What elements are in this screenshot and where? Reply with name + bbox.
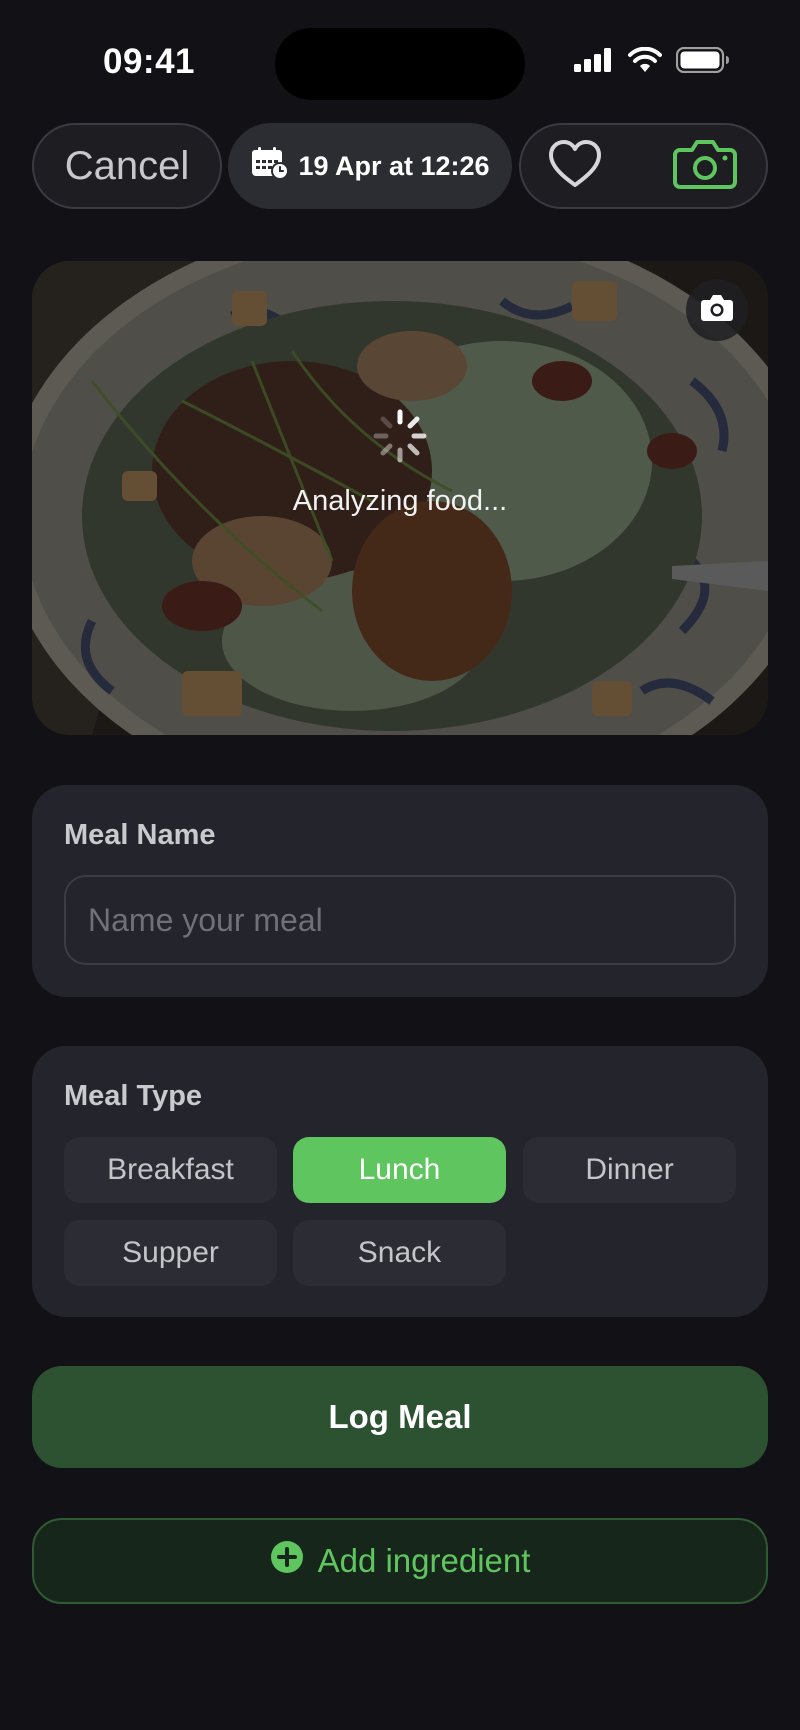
- food-photo[interactable]: Analyzing food...: [32, 261, 768, 735]
- add-ingredient-button[interactable]: Add ingredient: [32, 1518, 768, 1604]
- log-meal-button[interactable]: Log Meal: [32, 1366, 768, 1468]
- status-icons: [574, 46, 730, 78]
- camera-icon[interactable]: [672, 138, 738, 195]
- meal-name-input[interactable]: [64, 875, 736, 965]
- analyzing-text: Analyzing food...: [292, 485, 508, 517]
- meal-name-card: Meal Name: [32, 785, 768, 997]
- wifi-icon: [628, 46, 662, 78]
- status-time: 09:41: [103, 42, 196, 81]
- date-picker-button[interactable]: 19 Apr at 12:26: [228, 123, 512, 209]
- screen: 09:41 Cancel 19 Apr at 12:26 Analyzing f…: [0, 0, 800, 1730]
- meal-type-supper[interactable]: Supper: [64, 1220, 277, 1286]
- date-label: 19 Apr at 12:26: [298, 150, 490, 181]
- plus-circle-icon: [270, 1540, 304, 1582]
- change-photo-button[interactable]: [686, 279, 748, 341]
- meal-type-breakfast[interactable]: Breakfast: [64, 1137, 277, 1203]
- signal-icon: [574, 48, 614, 77]
- meal-type-card: Meal Type Breakfast Lunch Dinner Supper …: [32, 1046, 768, 1317]
- meal-type-lunch[interactable]: Lunch: [293, 1137, 506, 1203]
- add-ingredient-label: Add ingredient: [317, 1542, 531, 1579]
- top-actions-group: [519, 123, 768, 209]
- analyzing-overlay: Analyzing food...: [32, 406, 768, 518]
- meal-name-title: Meal Name: [64, 819, 216, 851]
- cancel-button[interactable]: Cancel: [32, 123, 222, 209]
- dynamic-island: [275, 28, 525, 100]
- camera-icon: [699, 293, 735, 328]
- meal-type-snack[interactable]: Snack: [293, 1220, 506, 1286]
- battery-icon: [675, 46, 730, 78]
- spinner-icon: [370, 406, 430, 471]
- meal-type-title: Meal Type: [64, 1080, 203, 1112]
- heart-icon[interactable]: [547, 139, 603, 194]
- meal-type-dinner[interactable]: Dinner: [523, 1137, 736, 1203]
- calendar-clock-icon: [250, 146, 290, 187]
